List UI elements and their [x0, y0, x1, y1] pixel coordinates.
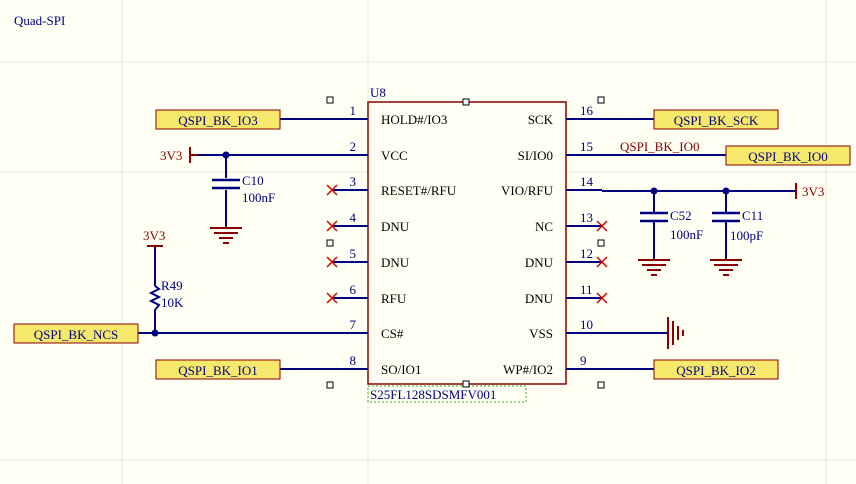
- pin-number: 13: [580, 210, 593, 225]
- pin-name: DNU: [381, 219, 410, 234]
- pin-number: 2: [350, 139, 357, 154]
- chip-part-number: S25FL128SDSMFV001: [370, 387, 496, 402]
- pin-number: 14: [580, 174, 594, 189]
- port-label-io2: QSPI_BK_IO2: [676, 363, 755, 378]
- c52-designator: C52: [670, 208, 692, 223]
- pin-number: 3: [350, 174, 357, 189]
- r49-designator: R49: [161, 278, 183, 293]
- ground-symbol-c10: [210, 226, 242, 244]
- ground-symbol-c11: [710, 259, 742, 276]
- port-label-io0: QSPI_BK_IO0: [748, 149, 827, 164]
- pin-name: NC: [535, 219, 553, 234]
- pin-number: 8: [350, 353, 357, 368]
- ground-symbol-vss: [667, 317, 684, 349]
- pin-name: SI/IO0: [518, 148, 553, 163]
- pin-name: CS#: [381, 326, 404, 341]
- c10-value: 100nF: [242, 190, 275, 205]
- pin-number: 10: [580, 317, 593, 332]
- pin-number: 9: [580, 353, 587, 368]
- sheet-title: Quad-SPI: [14, 13, 65, 28]
- port-qspi-bk-ncs[interactable]: QSPI_BK_NCS: [13, 323, 139, 344]
- pin-number: 12: [580, 246, 593, 261]
- power-port-left[interactable]: 3V3: [160, 147, 198, 163]
- c11-value: 100pF: [730, 228, 763, 243]
- resistor-r49[interactable]: [148, 285, 162, 311]
- port-label-sck: QSPI_BK_SCK: [674, 113, 759, 128]
- pin-name: SCK: [528, 112, 554, 127]
- port-qspi-bk-io3[interactable]: QSPI_BK_IO3: [155, 109, 281, 130]
- schematic-canvas: Quad-SPI U8 S25FL128SDSMFV001 1 HOLD#/IO3…: [0, 0, 856, 484]
- port-qspi-bk-sck[interactable]: QSPI_BK_SCK: [653, 109, 779, 130]
- pin-number: 6: [350, 282, 357, 297]
- pin-name: SO/IO1: [381, 362, 421, 377]
- pin-name: HOLD#/IO3: [381, 112, 447, 127]
- power-label-pullup: 3V3: [143, 228, 165, 243]
- pin-name: VCC: [381, 148, 408, 163]
- port-qspi-bk-io0[interactable]: QSPI_BK_IO0: [725, 145, 851, 166]
- capacitor-c11[interactable]: [712, 211, 740, 223]
- port-qspi-bk-io1[interactable]: QSPI_BK_IO1: [155, 359, 281, 380]
- pin-number: 16: [580, 103, 594, 118]
- pin-name: DNU: [381, 255, 410, 270]
- c10-designator: C10: [242, 173, 264, 188]
- pin-number: 4: [350, 210, 357, 225]
- power-label-right: 3V3: [802, 184, 824, 199]
- port-qspi-bk-io2[interactable]: QSPI_BK_IO2: [653, 359, 779, 380]
- pin-name: RFU: [381, 291, 407, 306]
- chip-body[interactable]: [367, 101, 567, 385]
- port-label-io1: QSPI_BK_IO1: [178, 363, 257, 378]
- c52-value: 100nF: [670, 227, 703, 242]
- pin-name: DNU: [525, 255, 554, 270]
- ground-symbol-c52: [638, 259, 670, 276]
- chip-designator: U8: [370, 85, 386, 100]
- pin-name: RESET#/RFU: [381, 183, 457, 198]
- pin-name: VIO/RFU: [501, 183, 554, 198]
- pin-name: WP#/IO2: [503, 362, 553, 377]
- capacitor-c52[interactable]: [640, 211, 668, 223]
- capacitor-c10[interactable]: [212, 178, 240, 190]
- r49-value: 10K: [161, 295, 184, 310]
- pin-number: 5: [350, 246, 357, 261]
- pin-number: 7: [350, 317, 357, 332]
- power-label-left: 3V3: [160, 148, 182, 163]
- port-label-io3: QSPI_BK_IO3: [178, 113, 257, 128]
- pin-number: 11: [580, 282, 593, 297]
- pin-name: DNU: [525, 291, 554, 306]
- port-label-ncs: QSPI_BK_NCS: [34, 327, 119, 342]
- pin-number: 15: [580, 139, 593, 154]
- pin-name: VSS: [529, 326, 553, 341]
- net-label-io0: QSPI_BK_IO0: [620, 139, 699, 154]
- c11-designator: C11: [742, 208, 763, 223]
- power-port-pullup[interactable]: 3V3: [143, 228, 165, 247]
- pin-number: 1: [350, 103, 357, 118]
- power-port-right[interactable]: 3V3: [795, 183, 824, 199]
